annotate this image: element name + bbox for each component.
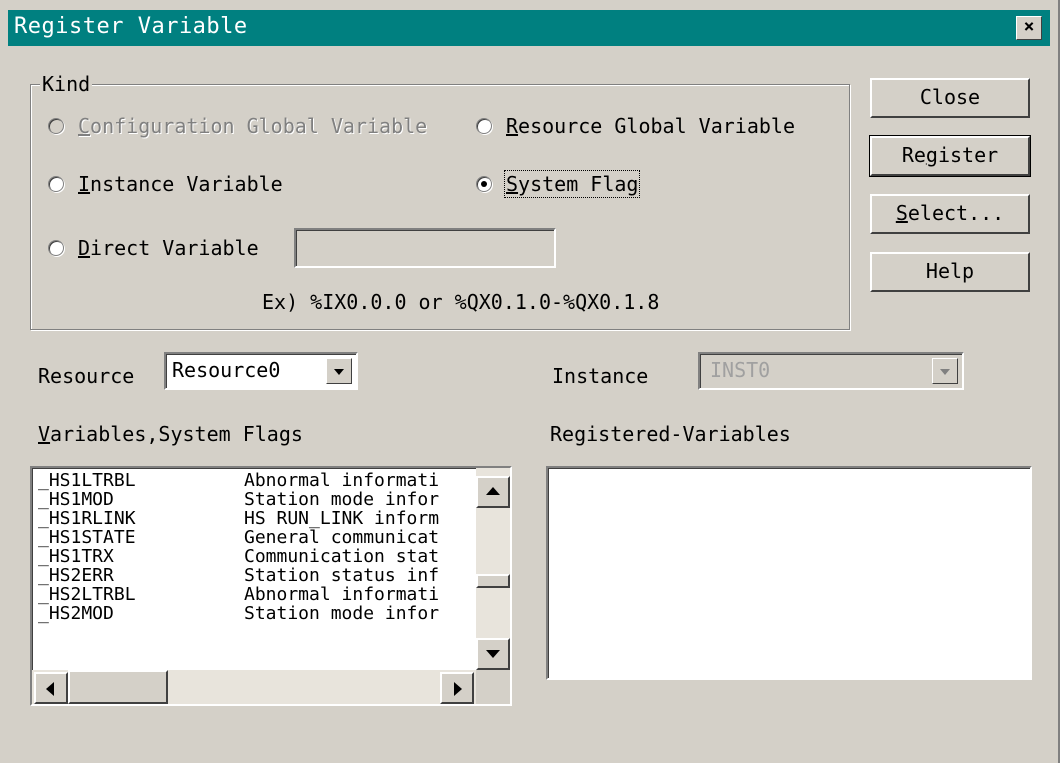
radio-dot-icon [48,240,64,256]
radio-label: Instance Variable [78,172,283,196]
flag-name: _HS2MOD [38,603,114,624]
flag-description: Station status inf [244,565,440,586]
register-button[interactable]: Register [869,135,1031,177]
register-label-pre: Re [901,143,926,167]
label-rest: esource Global Variable [518,114,795,138]
register-variable-dialog: Register Variable × Kind Configuration G… [0,0,1060,763]
flag-description: Abnormal informati [244,470,440,491]
flag-name: _HS1MOD [38,489,114,510]
instance-combobox[interactable]: INST0 [698,352,964,390]
flag-name: _HS2ERR [38,565,114,586]
registered-variables-label: Registered-Variables [550,422,791,446]
kind-legend: Kind [40,72,93,96]
vertical-scroll-thumb[interactable] [476,574,510,588]
accel-char: S [506,172,519,196]
title-bar[interactable]: Register Variable × [8,10,1050,46]
scroll-up-icon[interactable] [476,476,510,508]
flag-name: _HS1STATE [38,527,136,548]
flag-description: Station mode infor [244,489,440,510]
radio-label: System Flag [503,170,641,198]
accel-char: I [78,172,91,196]
radio-label: Direct Variable [78,236,259,260]
flag-description: Abnormal informati [244,584,440,605]
radio-direct-variable[interactable]: Direct Variable [48,236,259,260]
label-rest: nstance Variable [90,172,283,196]
register-label-post: ister [937,143,999,167]
resource-combobox[interactable]: Resource0 [164,352,358,390]
accel-char: D [78,236,91,260]
variables-label-rest: ariables,System Flags [50,422,303,446]
close-icon: × [1023,16,1035,37]
direct-variable-input[interactable] [294,228,556,268]
radio-dot-icon [48,118,64,134]
label-rest: onfiguration Global Variable [90,114,428,138]
help-button[interactable]: Help [870,252,1030,292]
window-title: Register Variable [14,14,248,39]
radio-system-flag[interactable]: System Flag [476,170,641,198]
register-accel: g [925,143,938,167]
radio-configuration-global-variable[interactable]: Configuration Global Variable [48,114,427,138]
variables-label: Variables,System Flags [38,422,303,446]
select-label-post: elect... [907,201,1005,225]
chevron-down-icon[interactable] [932,358,958,384]
close-button[interactable]: Close [870,78,1030,118]
variables-accel: V [38,422,51,446]
radio-label: Configuration Global Variable [78,114,427,138]
scrollbar-corner [476,670,510,704]
radio-dot-icon [476,118,492,134]
select-button[interactable]: Select... [870,194,1030,234]
direct-variable-example: Ex) %IX0.0.0 or %QX0.1.0-%QX0.1.8 [262,290,660,314]
radio-instance-variable[interactable]: Instance Variable [48,172,283,196]
flag-description: General communicat [244,527,440,548]
chevron-down-icon[interactable] [326,358,352,384]
radio-label: Resource Global Variable [506,114,795,138]
close-window-button[interactable]: × [1016,16,1042,40]
scroll-down-icon[interactable] [476,638,510,670]
radio-dot-checked-icon [476,176,492,192]
flag-name: _HS1RLINK [38,508,136,529]
flag-description: Communication stat [244,546,440,567]
flag-name: _HS1TRX [38,546,114,567]
flag-description: Station mode infor [244,603,440,624]
resource-value: Resource0 [172,358,281,382]
label-rest: ystem Flag [518,172,639,196]
scroll-left-icon[interactable] [34,672,68,704]
flag-name: _HS2LTRBL [38,584,136,605]
instance-label: Instance [552,364,649,388]
flag-name: _HS1LTRBL [38,470,136,491]
resource-label: Resource [38,364,135,388]
label-rest: irect Variable [90,236,259,260]
select-accel: S [895,201,908,225]
registered-variables-listbox[interactable] [546,466,1032,680]
horizontal-scroll-thumb[interactable] [68,670,168,704]
accel-char: R [506,114,519,138]
flag-description: HS RUN_LINK inform [244,508,440,529]
radio-resource-global-variable[interactable]: Resource Global Variable [476,114,795,138]
vertical-scrollbar[interactable] [476,468,510,670]
variables-listbox[interactable]: _HS1LTRBL Abnormal informati _HS1MOD Stati… [30,466,512,706]
accel-char: C [78,114,91,138]
radio-dot-icon [48,176,64,192]
scroll-right-icon[interactable] [440,672,474,704]
horizontal-scrollbar[interactable] [32,670,476,704]
instance-value: INST0 [710,358,771,382]
